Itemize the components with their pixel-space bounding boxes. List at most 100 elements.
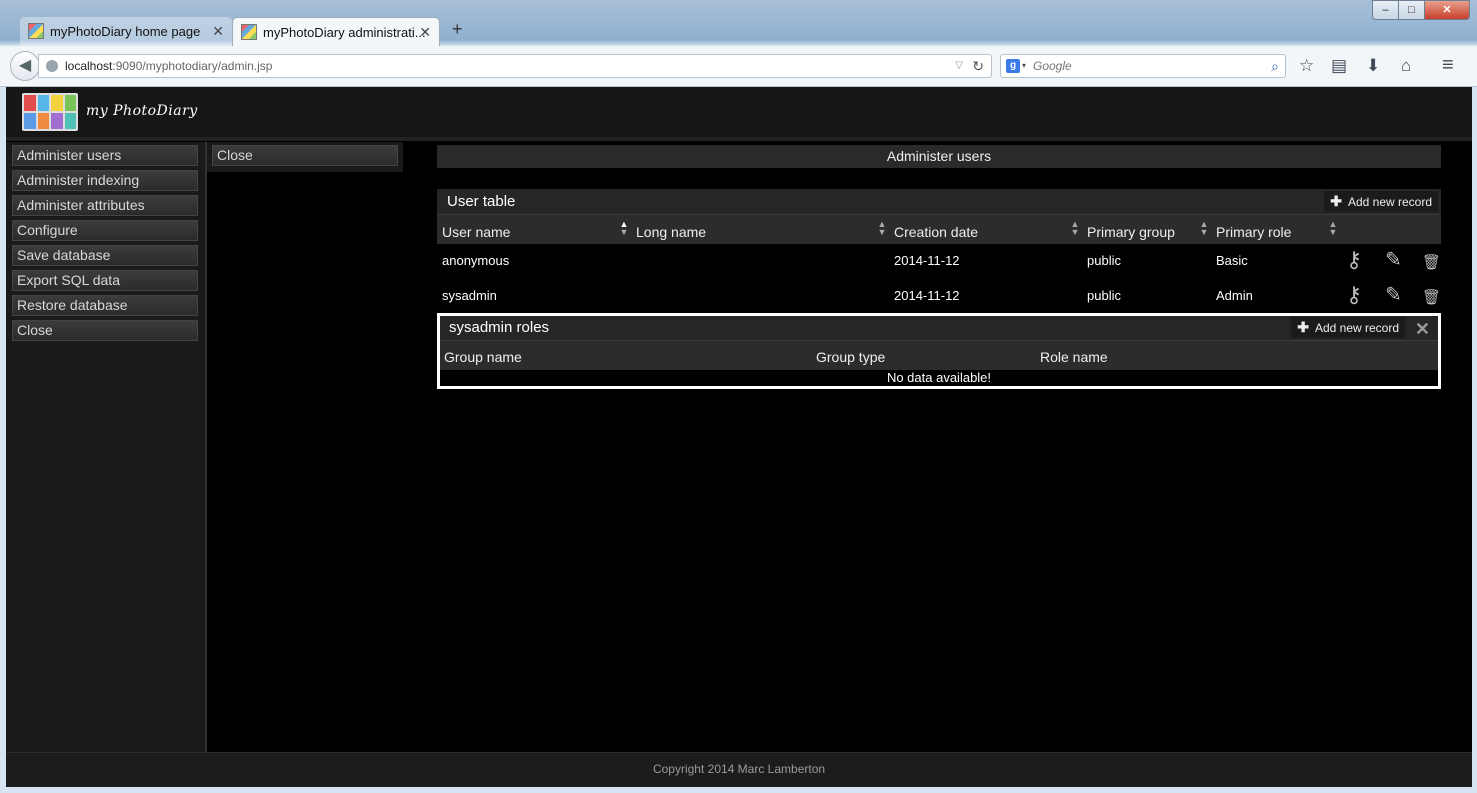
- sort-ascending-icon[interactable]: ▲ ▼: [619, 220, 629, 237]
- tab-title: myPhotoDiary administrati...: [263, 24, 426, 40]
- table-row[interactable]: sysadmin 2014-11-12 public Admin ⚷ ✎ 🗑: [437, 278, 1441, 313]
- logo-tile: [64, 95, 76, 111]
- column-header-user-name[interactable]: User name: [442, 215, 510, 244]
- cell-user-name: sysadmin: [442, 288, 497, 303]
- hamburger-menu-icon[interactable]: ≡: [1442, 54, 1454, 77]
- plus-icon: ✚: [1297, 319, 1309, 335]
- menu-item-close[interactable]: Close: [12, 320, 198, 341]
- column-header-long-name[interactable]: Long name: [636, 215, 706, 244]
- close-window-button[interactable]: ✕: [1424, 0, 1470, 20]
- star-icon[interactable]: ☆: [1299, 56, 1314, 76]
- menu-item-administer-indexing[interactable]: Administer indexing: [12, 170, 198, 191]
- add-user-button[interactable]: ✚ Add new record: [1324, 191, 1438, 212]
- url-path: :9090/myphotodiary/admin.jsp: [112, 59, 273, 73]
- cell-primary-group: public: [1087, 288, 1121, 303]
- logo-tile: [37, 95, 49, 111]
- url-dropdown-icon[interactable]: ▽: [955, 55, 963, 77]
- add-role-button[interactable]: ✚ Add new record: [1291, 317, 1405, 338]
- empty-state-text: No data available!: [886, 370, 992, 385]
- tab-title: myPhotoDiary home page: [50, 24, 201, 39]
- logo-tile: [24, 113, 36, 129]
- home-icon[interactable]: ⌂: [1401, 56, 1411, 76]
- bookmarks-icon[interactable]: ▤: [1331, 56, 1347, 76]
- site-favicon-icon: [28, 23, 44, 39]
- search-icon[interactable]: ⌕: [1271, 55, 1279, 77]
- minimize-button[interactable]: ‒: [1372, 0, 1399, 20]
- download-icon[interactable]: ⬇: [1366, 56, 1380, 76]
- trash-icon[interactable]: 🗑: [1422, 287, 1441, 309]
- add-user-label: Add new record: [1347, 195, 1432, 209]
- column-header-primary-role[interactable]: Primary role: [1216, 215, 1291, 244]
- user-table-header: User name ▲ ▼ Long name ▲ ▼ Creation date …: [437, 214, 1441, 244]
- site-favicon-icon: [241, 24, 257, 40]
- site-header: my PhotoDiary: [6, 87, 1472, 138]
- page-title: Administer users: [437, 145, 1441, 168]
- roles-table-header: Group name Group type Role name: [440, 340, 1438, 370]
- maximize-button[interactable]: □: [1398, 0, 1425, 20]
- cell-primary-role: Admin: [1216, 288, 1253, 303]
- globe-icon: [46, 60, 58, 72]
- user-table: User table ✚ Add new record User name ▲ ▼ …: [437, 189, 1441, 313]
- url-bar[interactable]: localhost:9090/myphotodiary/admin.jsp ▽ …: [38, 54, 992, 78]
- edit-pencil-icon[interactable]: ✎: [1385, 249, 1402, 271]
- trash-icon[interactable]: 🗑: [1422, 252, 1441, 274]
- key-icon[interactable]: ⚷: [1346, 284, 1362, 306]
- key-icon[interactable]: ⚷: [1346, 249, 1362, 271]
- navigation-toolbar: ◀ localhost:9090/myphotodiary/admin.jsp …: [0, 46, 1477, 87]
- browser-window: myPhotoDiary home page ✕ myPhotoDiary ad…: [0, 0, 1477, 793]
- tab-close-icon[interactable]: ✕: [212, 23, 224, 40]
- edit-pencil-icon[interactable]: ✎: [1385, 284, 1402, 306]
- sort-icon[interactable]: ▲ ▼: [1328, 220, 1338, 237]
- new-tab-plus-icon[interactable]: +: [452, 19, 463, 40]
- submenu-close-button[interactable]: Close: [212, 145, 398, 166]
- logo-tile: [37, 113, 49, 129]
- cell-creation-date: 2014-11-12: [894, 253, 960, 268]
- menu-item-export-sql-data[interactable]: Export SQL data: [12, 270, 198, 291]
- search-engine-icon[interactable]: g: [1006, 59, 1020, 73]
- logo-tile: [51, 95, 63, 111]
- column-header-group-type[interactable]: Group type: [816, 341, 885, 373]
- logo-tile: [24, 95, 36, 111]
- sort-icon[interactable]: ▲ ▼: [877, 220, 887, 237]
- sort-icon[interactable]: ▲ ▼: [1199, 220, 1209, 237]
- submenu: Close: [207, 142, 403, 172]
- tab-close-icon[interactable]: ✕: [419, 24, 431, 41]
- menu-item-configure[interactable]: Configure: [12, 220, 198, 241]
- url-host: localhost: [65, 59, 113, 73]
- menu-item-save-database[interactable]: Save database: [12, 245, 198, 266]
- plus-icon: ✚: [1330, 193, 1342, 209]
- footer: Copyright 2014 Marc Lamberton: [6, 752, 1472, 787]
- roles-table-title-text: sysadmin roles: [449, 319, 550, 336]
- column-header-creation-date[interactable]: Creation date: [894, 215, 978, 244]
- menu-item-restore-database[interactable]: Restore database: [12, 295, 198, 316]
- table-row[interactable]: anonymous 2014-11-12 public Basic ⚷ ✎ 🗑: [437, 243, 1441, 278]
- admin-menu: Administer users Administer indexing Adm…: [6, 142, 207, 752]
- tab-home-page[interactable]: myPhotoDiary home page ✕: [20, 17, 232, 46]
- cell-primary-group: public: [1087, 253, 1121, 268]
- copyright-text: Copyright 2014 Marc Lamberton: [652, 762, 826, 776]
- reload-icon[interactable]: ↻: [972, 55, 984, 77]
- logo-text: my PhotoDiary: [86, 103, 198, 119]
- menu-item-administer-users[interactable]: Administer users: [12, 145, 198, 166]
- user-table-title-text: User table: [447, 193, 516, 210]
- header-divider: [6, 137, 1472, 141]
- tab-administration[interactable]: myPhotoDiary administrati... ✕: [232, 17, 440, 46]
- column-header-primary-group[interactable]: Primary group: [1087, 215, 1175, 244]
- back-arrow-icon[interactable]: ◀: [10, 51, 40, 81]
- close-icon[interactable]: ✕: [1415, 320, 1430, 338]
- user-table-title: User table: [437, 189, 1441, 214]
- menu-item-administer-attributes[interactable]: Administer attributes: [12, 195, 198, 216]
- cell-primary-role: Basic: [1216, 253, 1248, 268]
- logo-tile: [51, 113, 63, 129]
- column-header-role-name[interactable]: Role name: [1040, 341, 1108, 373]
- sort-icon[interactable]: ▲ ▼: [1070, 220, 1080, 237]
- logo-tile: [64, 113, 76, 129]
- search-input[interactable]: g ▾ Google ⌕: [1000, 54, 1286, 78]
- page-content: my PhotoDiary Administer users Administe…: [6, 87, 1472, 787]
- add-role-label: Add new record: [1314, 321, 1399, 335]
- chevron-down-icon[interactable]: ▾: [1022, 55, 1026, 77]
- sysadmin-roles-panel: sysadmin roles ✚ Add new record ✕ Group n…: [437, 313, 1441, 389]
- cell-user-name: anonymous: [442, 253, 510, 268]
- photodiary-logo-icon: [22, 93, 78, 131]
- column-header-group-name[interactable]: Group name: [444, 341, 522, 373]
